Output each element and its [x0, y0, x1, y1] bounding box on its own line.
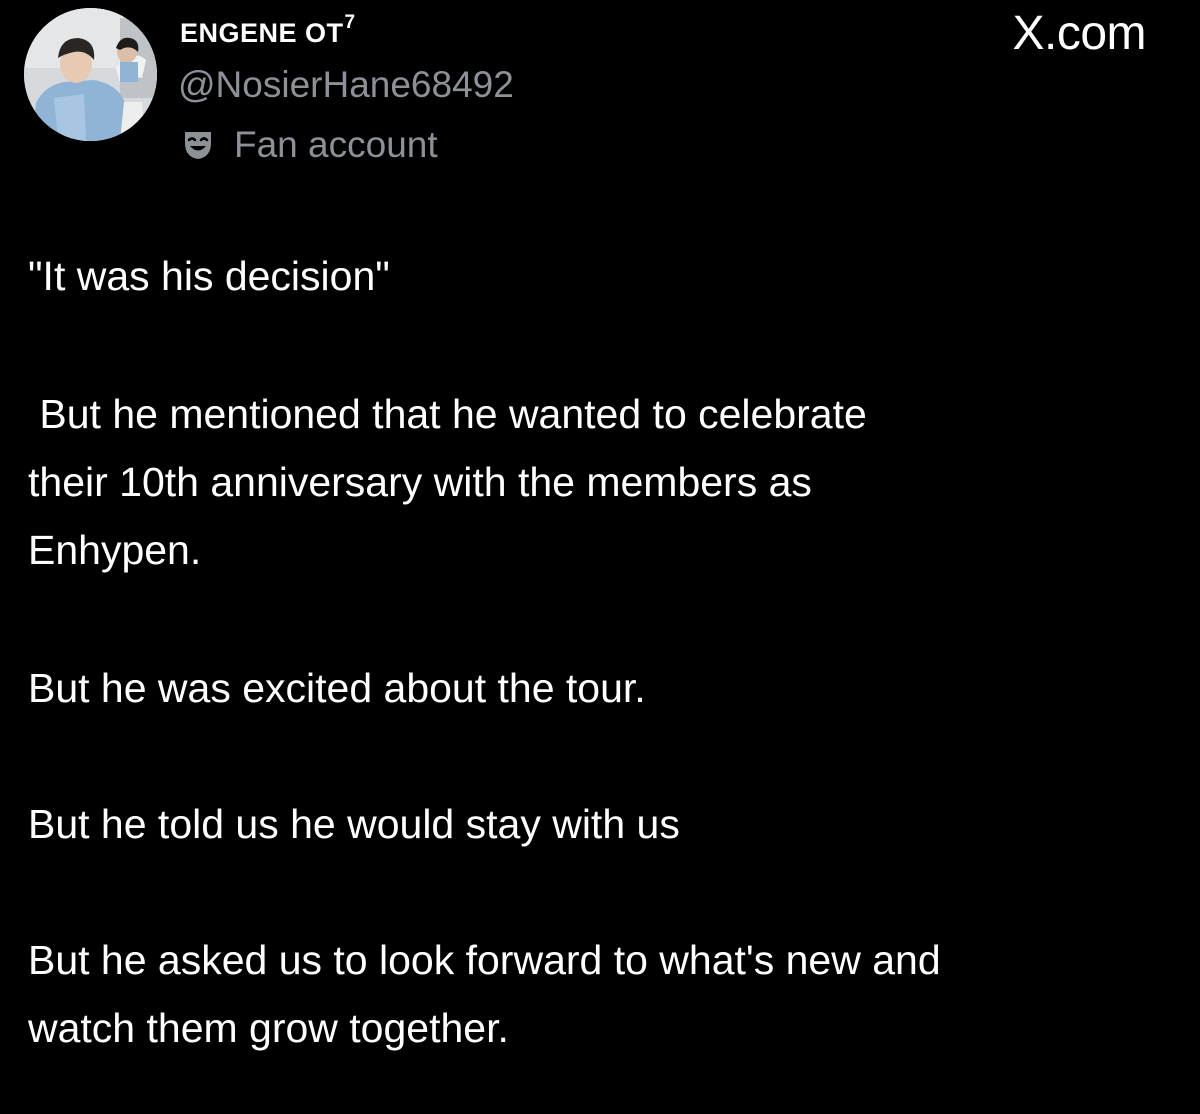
tweet-paragraph-3: But he was excited about the tour. [28, 665, 646, 711]
avatar[interactable] [24, 8, 157, 141]
account-label: Fan account [182, 122, 438, 168]
tweet-paragraph-5: But he asked us to look forward to what'… [28, 937, 941, 1051]
user-handle[interactable]: @NosierHane68492 [178, 64, 514, 106]
display-name-superscript: 7 [344, 12, 356, 33]
display-name[interactable]: ENGENE OT7 [180, 12, 356, 49]
tweet-paragraph-1: "It was his decision" [28, 253, 390, 299]
theater-mask-icon [182, 129, 214, 161]
tweet-paragraph-2: But he mentioned that he wanted to celeb… [28, 391, 867, 573]
tweet-card: ENGENE OT7 @NosierHane68492 Fan account … [0, 0, 1200, 1114]
tweet-paragraph-4: But he told us he would stay with us [28, 801, 680, 847]
brand-logo: X.com [1012, 7, 1146, 60]
account-label-text: Fan account [234, 124, 438, 165]
avatar-photo [24, 8, 157, 141]
display-name-text: ENGENE OT [180, 18, 344, 48]
